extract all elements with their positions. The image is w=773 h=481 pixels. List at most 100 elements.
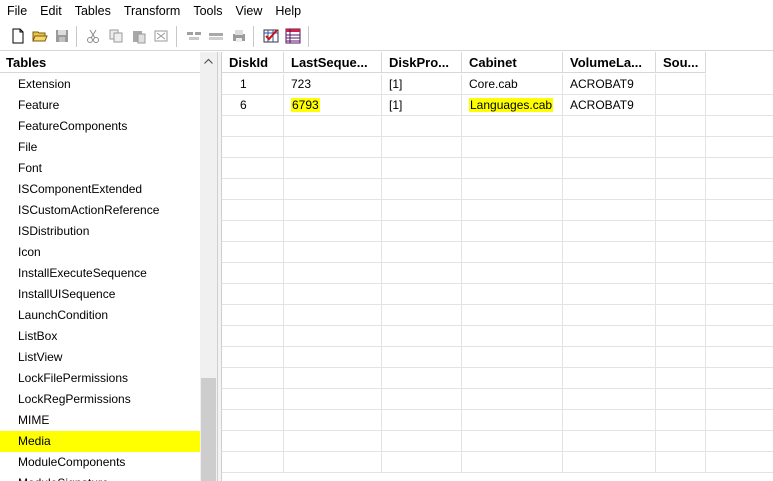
menu-edit[interactable]: Edit [33,0,68,22]
column-header[interactable]: DiskPro... [382,52,462,73]
table-cell[interactable] [284,200,382,221]
table-cell[interactable] [284,137,382,158]
table-row[interactable] [222,221,773,242]
table-cell[interactable] [656,347,706,368]
table-cell[interactable] [656,284,706,305]
table-cell[interactable] [222,242,284,263]
table-cell[interactable] [462,326,563,347]
table-cell[interactable] [382,179,462,200]
table-cell[interactable] [563,452,656,473]
table-cell[interactable]: 6793 [284,95,382,116]
table-row[interactable] [222,389,773,410]
menu-help[interactable]: Help [268,0,307,22]
table-cell[interactable] [656,305,706,326]
table-cell[interactable] [563,242,656,263]
new-icon[interactable] [9,27,27,45]
table-cell[interactable]: 6 [222,95,284,116]
table-cell[interactable] [462,179,563,200]
table-cell[interactable] [563,116,656,137]
table-cell[interactable] [656,221,706,242]
column-header[interactable]: VolumeLa... [563,52,656,73]
table-cell[interactable] [284,305,382,326]
table-cell[interactable] [382,326,462,347]
table-cell[interactable] [563,305,656,326]
delete-icon[interactable] [152,27,170,45]
table-cell[interactable] [656,326,706,347]
table-cell[interactable] [382,305,462,326]
table-row[interactable] [222,452,773,473]
table-cell[interactable] [284,452,382,473]
table-cell[interactable] [222,221,284,242]
table-cell[interactable]: Languages.cab [462,95,563,116]
table-row[interactable] [222,179,773,200]
table-row[interactable] [222,410,773,431]
table-cell[interactable] [382,368,462,389]
tables-scrollbar[interactable] [200,52,217,481]
column-header[interactable]: Sou... [656,52,706,73]
table-row[interactable]: 6 6793 [1] Languages.cab ACROBAT9 [222,95,773,116]
table-row[interactable] [222,326,773,347]
table-cell[interactable] [222,305,284,326]
table-cell[interactable] [382,116,462,137]
table-cell[interactable] [656,431,706,452]
table-cell[interactable] [222,263,284,284]
table-cell[interactable] [222,200,284,221]
table-cell[interactable] [462,347,563,368]
table-cell[interactable] [656,200,706,221]
menu-file[interactable]: File [0,0,33,22]
table-cell[interactable] [656,389,706,410]
table-cell[interactable] [222,368,284,389]
copy-icon[interactable] [107,27,125,45]
table-cell[interactable] [284,368,382,389]
table-cell[interactable] [563,326,656,347]
scroll-up-icon[interactable] [200,52,217,69]
table-cell[interactable] [462,116,563,137]
table-cell[interactable] [222,389,284,410]
table-item[interactable]: Extension [0,74,200,95]
table-item[interactable]: Feature [0,95,200,116]
table-row[interactable]: 1 723 [1] Core.cab ACROBAT9 [222,74,773,95]
table-cell[interactable] [382,200,462,221]
table-cell[interactable] [563,284,656,305]
table-icon[interactable] [284,27,302,45]
table-cell[interactable] [222,158,284,179]
column-header[interactable]: LastSeque... [284,52,382,73]
table-item[interactable]: Media [0,431,200,452]
table-cell[interactable] [462,452,563,473]
table-cell[interactable]: 1 [222,74,284,95]
table-cell[interactable] [382,158,462,179]
table-cell[interactable] [462,389,563,410]
table-item[interactable]: LaunchCondition [0,305,200,326]
table-cell[interactable] [462,221,563,242]
table-item[interactable]: ListView [0,347,200,368]
table-cell[interactable] [284,221,382,242]
table-cell[interactable]: 723 [284,74,382,95]
table-cell[interactable] [462,284,563,305]
table-row[interactable] [222,305,773,326]
open-icon[interactable] [31,27,49,45]
table-cell[interactable] [222,284,284,305]
table-item[interactable]: ModuleComponents [0,452,200,473]
table-item[interactable]: Icon [0,242,200,263]
table-cell[interactable] [222,431,284,452]
table-cell[interactable] [382,137,462,158]
table-cell[interactable] [284,179,382,200]
table-cell[interactable] [222,347,284,368]
table-cell[interactable] [563,158,656,179]
table-cell[interactable] [382,347,462,368]
table-item[interactable]: InstallUISequence [0,284,200,305]
table-cell[interactable] [563,368,656,389]
table-cell[interactable] [284,431,382,452]
table-cell[interactable] [563,410,656,431]
menu-view[interactable]: View [229,0,269,22]
table-cell[interactable] [656,452,706,473]
table-item[interactable]: LockFilePermissions [0,368,200,389]
save-icon[interactable] [53,27,71,45]
table-cell[interactable] [462,410,563,431]
table-row[interactable] [222,431,773,452]
table-cell[interactable] [462,158,563,179]
table-cell[interactable] [656,242,706,263]
table-cell[interactable] [284,158,382,179]
table-cell[interactable] [284,410,382,431]
table-row[interactable] [222,137,773,158]
